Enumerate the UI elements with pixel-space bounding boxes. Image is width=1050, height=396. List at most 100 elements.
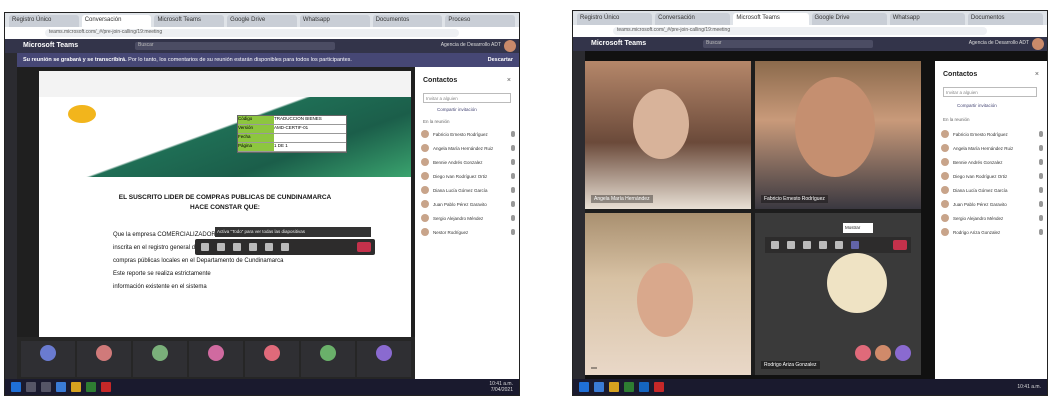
- list-item[interactable]: Nestor Rodríguez: [421, 225, 515, 239]
- list-item[interactable]: Diana Lucía Gómez García: [421, 183, 515, 197]
- video-tile[interactable]: Angela María Hernández: [585, 61, 751, 209]
- browser-tab[interactable]: Microsoft Teams: [154, 15, 225, 27]
- word-icon[interactable]: [639, 382, 649, 392]
- list-item[interactable]: Angela María Hernández Ruiz: [941, 141, 1043, 155]
- participant-thumb[interactable]: [77, 341, 131, 377]
- search-input[interactable]: Buscar: [703, 40, 873, 48]
- avatar[interactable]: [504, 40, 516, 52]
- mic-icon[interactable]: [233, 243, 241, 251]
- search-input[interactable]: Buscar: [135, 42, 335, 50]
- list-item[interactable]: Juan Pablo Pérez Garavito: [941, 197, 1043, 211]
- participants-icon[interactable]: [851, 241, 859, 249]
- participant-name: Bennie Andrés Gonzalez: [953, 159, 1003, 165]
- close-icon[interactable]: ×: [1035, 71, 1039, 78]
- avatar: [421, 172, 429, 180]
- list-item[interactable]: Sergio Alejandro Méndez: [941, 211, 1043, 225]
- mic-icon: [511, 229, 515, 235]
- edge-icon[interactable]: [56, 382, 66, 392]
- table-value: 1 DE 1: [274, 143, 346, 151]
- search-icon[interactable]: [26, 382, 36, 392]
- participant-name: Sergio Alejandro Méndez: [433, 215, 484, 221]
- windows-icon[interactable]: [579, 382, 589, 392]
- list-item[interactable]: Diego Ivan Rodríguez Ortiz: [941, 169, 1043, 183]
- list-item[interactable]: Juan Pablo Pérez Garavito: [421, 197, 515, 211]
- participant-face: [637, 263, 693, 337]
- browser-tab[interactable]: Google Drive: [811, 13, 887, 25]
- list-item[interactable]: Bennie Andrés Gonzalez: [421, 155, 515, 169]
- participant-thumb[interactable]: [357, 341, 411, 377]
- avatar[interactable]: [1032, 38, 1044, 50]
- video-tile[interactable]: Fabricio Ernesto Rodríguez: [755, 61, 921, 209]
- avatar[interactable]: [875, 345, 891, 361]
- avatar: [941, 144, 949, 152]
- share-invite-button[interactable]: Compartir invitación: [437, 107, 507, 116]
- mic-icon: [1039, 215, 1043, 221]
- participant-thumb[interactable]: [21, 341, 75, 377]
- participant-list: Fabricio Ernesto Rodríguez Angela María …: [421, 127, 515, 239]
- avatar[interactable]: [855, 345, 871, 361]
- list-item[interactable]: Diego Ivan Rodríguez Ortiz: [421, 169, 515, 183]
- participant-thumb[interactable]: [133, 341, 187, 377]
- hangup-icon[interactable]: [893, 240, 907, 250]
- participant-thumb[interactable]: [301, 341, 355, 377]
- chat-icon[interactable]: [265, 243, 273, 251]
- user-name: Agencia de Desarrollo ADT: [440, 42, 501, 48]
- windows-icon[interactable]: [11, 382, 21, 392]
- dismiss-button[interactable]: Descartar: [488, 57, 513, 63]
- avatar: [941, 200, 949, 208]
- browser-tab[interactable]: Documentos: [372, 15, 443, 27]
- more-icon[interactable]: [771, 241, 779, 249]
- list-item[interactable]: Bennie Andrés Gonzalez: [941, 155, 1043, 169]
- participants-icon[interactable]: [281, 243, 289, 251]
- avatar: [941, 158, 949, 166]
- browser-tab[interactable]: Proceso: [445, 15, 516, 27]
- camera-icon[interactable]: [787, 241, 795, 249]
- browser-tab[interactable]: Microsoft Teams: [733, 13, 809, 25]
- share-icon[interactable]: [249, 243, 257, 251]
- app-rail: [573, 51, 585, 379]
- more-icon[interactable]: [201, 243, 209, 251]
- list-item[interactable]: Angela María Hernández Ruiz: [421, 141, 515, 155]
- browser-tab[interactable]: Whatsapp: [299, 15, 370, 27]
- browser-tab[interactable]: Google Drive: [227, 15, 297, 27]
- browser-tab[interactable]: Conversación: [655, 13, 731, 25]
- avatar: [941, 228, 949, 236]
- share-icon[interactable]: [819, 241, 827, 249]
- browser-tab[interactable]: Registro Único: [577, 13, 653, 25]
- list-item[interactable]: Fabricio Ernesto Rodríguez: [941, 127, 1043, 141]
- folder-icon[interactable]: [609, 382, 619, 392]
- body-line: información existente en el sistema: [113, 284, 207, 290]
- participant-thumb[interactable]: [245, 341, 299, 377]
- acrobat-icon[interactable]: [654, 382, 664, 392]
- list-item[interactable]: Diana Lucía Gómez García: [941, 183, 1043, 197]
- excel-icon[interactable]: [624, 382, 634, 392]
- mic-icon[interactable]: [803, 241, 811, 249]
- browser-tab[interactable]: Whatsapp: [889, 13, 965, 25]
- chat-icon[interactable]: [835, 241, 843, 249]
- taskview-icon[interactable]: [41, 382, 51, 392]
- close-icon[interactable]: ×: [507, 77, 511, 84]
- url-input[interactable]: teams.microsoft.com/_#/pre-join-calling/…: [613, 27, 987, 35]
- browser-tab[interactable]: Documentos: [967, 13, 1044, 25]
- acrobat-icon[interactable]: [101, 382, 111, 392]
- edge-icon[interactable]: [594, 382, 604, 392]
- participant-face: [795, 77, 875, 177]
- participant-thumb[interactable]: [189, 341, 243, 377]
- folder-icon[interactable]: [71, 382, 81, 392]
- list-item[interactable]: Rodrigo Ariza Gonzalez: [941, 225, 1043, 239]
- invite-input[interactable]: Invitar a alguien: [943, 87, 1037, 97]
- share-invite-button[interactable]: Compartir invitación: [957, 103, 997, 108]
- invite-input[interactable]: Invitar a alguien: [423, 93, 511, 103]
- mic-icon: [1039, 131, 1043, 137]
- browser-tab[interactable]: Conversación: [81, 15, 152, 27]
- list-item[interactable]: Fabricio Ernesto Rodríguez: [421, 127, 515, 141]
- avatar[interactable]: [895, 345, 911, 361]
- participant-strip: [17, 337, 415, 381]
- list-item[interactable]: Sergio Alejandro Méndez: [421, 211, 515, 225]
- excel-icon[interactable]: [86, 382, 96, 392]
- hangup-icon[interactable]: [357, 242, 371, 252]
- camera-icon[interactable]: [217, 243, 225, 251]
- avatar: [152, 345, 168, 361]
- url-input[interactable]: teams.microsoft.com/_#/pre-join-calling/…: [45, 29, 459, 37]
- browser-tab[interactable]: Registro Único: [9, 15, 79, 27]
